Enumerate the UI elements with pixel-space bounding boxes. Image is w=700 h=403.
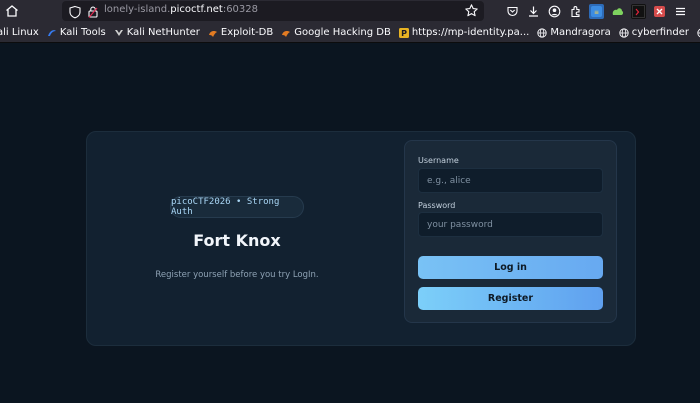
- extension-icon[interactable]: ≡: [589, 4, 604, 19]
- kali-icon: [47, 29, 56, 36]
- bookmark-google-hacking-db[interactable]: Google Hacking DB: [281, 27, 391, 38]
- login-form: Username Password Log in Register: [404, 140, 617, 323]
- url-text[interactable]: lonely-island.picoctf.net:60328: [104, 4, 258, 15]
- extension-icon[interactable]: [610, 4, 625, 19]
- bookmark-label: ali Linux: [0, 27, 39, 38]
- page-title: Fort Knox: [193, 231, 281, 250]
- svg-text:≡: ≡: [594, 9, 599, 16]
- download-icon[interactable]: [526, 4, 541, 19]
- bookmark-label: cyberfinder: [631, 27, 689, 38]
- extensions-icon[interactable]: [568, 4, 583, 19]
- bookmark-label: Exploit-DB: [220, 27, 274, 38]
- browser-toolbar: lonely-island.picoctf.net:60328 ≡: [0, 0, 700, 23]
- auth-card: picoCTF2026 • Strong Auth Fort Knox Regi…: [86, 131, 636, 346]
- globe-icon: [537, 27, 547, 38]
- svg-text:P: P: [401, 29, 407, 38]
- bookmark-label: Kali Tools: [59, 27, 106, 38]
- tagline: Register yourself before you try LogIn.: [155, 270, 319, 280]
- event-badge: picoCTF2026 • Strong Auth: [170, 196, 304, 218]
- bookmark-star-icon[interactable]: [464, 3, 479, 18]
- password-input[interactable]: [418, 212, 603, 237]
- bookmark-label: Mandragora: [550, 27, 611, 38]
- login-button[interactable]: Log in: [418, 256, 603, 279]
- exploit-db-icon: [208, 30, 217, 37]
- nethunter-icon: [114, 29, 123, 36]
- url-port: :60328: [222, 4, 259, 15]
- ghdb-icon: [282, 30, 291, 37]
- address-bar[interactable]: lonely-island.picoctf.net:60328: [62, 1, 484, 21]
- bookmarks-toolbar: ali Linux Kali Tools Kali NetHunter Expl…: [0, 23, 700, 43]
- p-icon: P: [398, 27, 409, 38]
- url-host: picoctf.net: [170, 4, 223, 15]
- pocket-icon[interactable]: [505, 4, 520, 19]
- menu-icon[interactable]: [673, 4, 688, 19]
- bookmark-kali-tools[interactable]: Kali Tools: [47, 27, 106, 38]
- bookmark-exploit-db[interactable]: Exploit-DB: [208, 27, 273, 38]
- page-content: picoCTF2026 • Strong Auth Fort Knox Regi…: [0, 43, 700, 403]
- bookmark-mandragora[interactable]: Mandragora: [537, 27, 611, 38]
- password-label: Password: [418, 201, 456, 210]
- bookmark-label: https://mp-identity.pa...: [411, 27, 530, 38]
- globe-icon: [619, 27, 629, 38]
- lock-icon[interactable]: [86, 4, 100, 18]
- bookmark-kali-nethunter[interactable]: Kali NetHunter: [114, 27, 200, 38]
- extension-icon[interactable]: [652, 4, 667, 19]
- shield-icon[interactable]: [68, 4, 82, 19]
- extension-icon[interactable]: [631, 4, 646, 19]
- account-icon[interactable]: [547, 4, 562, 19]
- bookmark-cyberfinder[interactable]: cyberfinder: [619, 27, 689, 38]
- bookmark-kali-linux[interactable]: ali Linux: [0, 27, 39, 38]
- toolbar-icons: ≡: [505, 3, 688, 20]
- username-input[interactable]: [418, 168, 603, 193]
- register-button[interactable]: Register: [418, 287, 603, 310]
- url-prefix: lonely-island.: [104, 4, 171, 15]
- bookmark-label: Google Hacking DB: [294, 27, 391, 38]
- username-label: Username: [418, 156, 459, 165]
- bookmark-label: Kali NetHunter: [126, 27, 200, 38]
- home-icon[interactable]: [4, 3, 20, 19]
- bookmark-mp-identity[interactable]: P https://mp-identity.pa...: [398, 27, 530, 38]
